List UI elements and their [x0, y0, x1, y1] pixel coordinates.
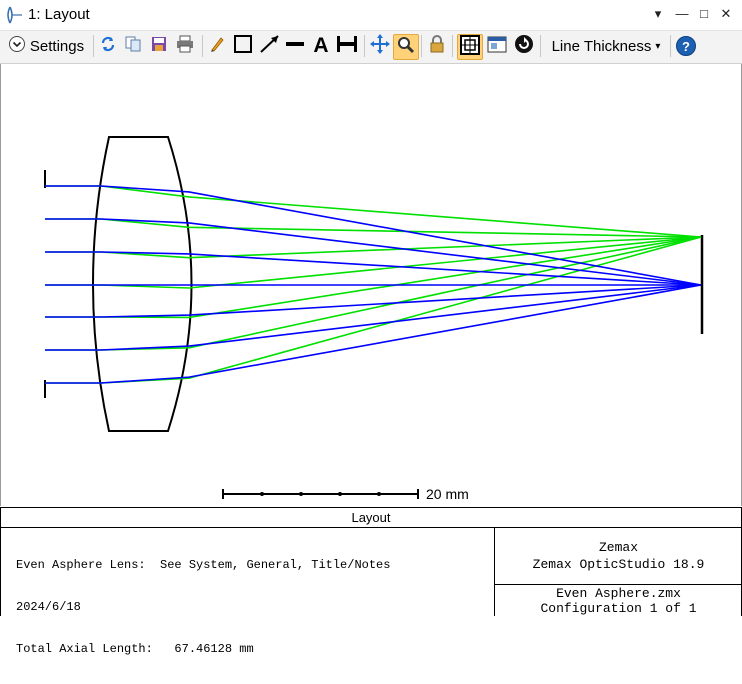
lens-element — [92, 136, 193, 432]
company-name: Zemax — [598, 540, 638, 555]
rectangle-icon — [233, 34, 253, 59]
zoom-icon — [397, 36, 415, 59]
line-thickness-label: Line Thickness — [551, 37, 652, 55]
fit-icon — [460, 34, 480, 60]
ray-field-1 — [45, 251, 702, 286]
toolbar: Settings A Line Thickness ▾ ? — [0, 31, 742, 64]
layout-plot[interactable] — [0, 64, 742, 506]
scale-bar-label: 20 mm — [426, 486, 469, 502]
line-tool[interactable] — [284, 34, 306, 58]
lock-icon — [428, 34, 446, 59]
scale-bar-dot — [299, 492, 303, 496]
settings-label: Settings — [29, 37, 85, 55]
scale-bar-dot — [377, 492, 381, 496]
copy-icon — [124, 35, 142, 58]
line-thickness-dropdown[interactable]: Line Thickness ▾ — [545, 34, 667, 58]
refresh-icon — [99, 35, 117, 58]
pan-tool[interactable] — [368, 33, 392, 60]
close-button[interactable]: ✕ — [716, 4, 736, 24]
rotate-button[interactable] — [512, 34, 536, 58]
pencil-tool[interactable] — [206, 34, 228, 58]
save-icon — [150, 35, 168, 58]
product-name: Zemax OpticStudio 18.9 — [532, 557, 705, 572]
scale-bar-dot — [260, 492, 264, 496]
ray-field-1 — [45, 284, 702, 384]
window-button[interactable] — [485, 34, 509, 58]
window-icon — [487, 34, 507, 59]
ray-field-1 — [45, 284, 702, 318]
title-bar: 1: Layout ▾ — □ ✕ — [0, 0, 742, 31]
ray-field-2 — [45, 236, 702, 319]
ray-field-2 — [45, 185, 702, 238]
dimension-tool[interactable] — [335, 34, 359, 58]
text-icon: A — [313, 34, 329, 57]
total-axial-length: Total Axial Length: 67.46128 mm — [16, 642, 254, 656]
pan-icon — [369, 33, 391, 60]
company-block: Zemax Zemax OpticStudio 18.9 — [494, 528, 742, 585]
scale-bar-dot — [338, 492, 342, 496]
dimension-icon — [336, 34, 358, 59]
minimize-button[interactable]: — — [672, 4, 692, 24]
help-button[interactable]: ? — [675, 34, 697, 58]
print-button[interactable] — [174, 34, 196, 58]
window-menu-button[interactable]: ▾ — [648, 4, 668, 24]
rotate-icon — [514, 34, 534, 59]
info-box: Layout Even Asphere Lens: See System, Ge… — [0, 507, 742, 656]
date-text: 2024/6/18 — [16, 600, 81, 614]
save-button[interactable] — [148, 34, 170, 58]
configuration-text: Configuration 1 of 1 — [540, 601, 697, 616]
settings-button[interactable]: Settings — [2, 34, 90, 58]
dropdown-caret-icon: ▾ — [655, 40, 661, 52]
arrow-icon — [259, 34, 281, 59]
fit-button[interactable] — [457, 34, 483, 60]
copy-button[interactable] — [122, 34, 144, 58]
lock-button[interactable] — [426, 34, 448, 58]
pencil-icon — [208, 35, 226, 58]
chevron-down-icon — [8, 35, 26, 58]
line-icon — [285, 34, 305, 59]
layout-plot-svg — [44, 136, 704, 499]
refresh-button[interactable] — [97, 34, 119, 58]
window-title: 1: Layout — [28, 6, 90, 23]
file-block: Even Asphere.zmx Configuration 1 of 1 — [494, 585, 742, 616]
help-icon: ? — [676, 36, 696, 56]
zoom-tool[interactable] — [393, 34, 419, 60]
lens-description: Even Asphere Lens: See System, General, … — [16, 558, 391, 572]
arrow-tool[interactable] — [258, 34, 282, 58]
info-left-block: Even Asphere Lens: See System, General, … — [16, 530, 390, 684]
rectangle-tool[interactable] — [232, 34, 254, 58]
info-title: Layout — [1, 508, 741, 528]
file-name: Even Asphere.zmx — [556, 586, 681, 601]
text-tool[interactable]: A — [309, 34, 333, 58]
print-icon — [175, 35, 195, 58]
lens-app-icon — [4, 5, 24, 30]
maximize-button[interactable]: □ — [694, 4, 714, 24]
